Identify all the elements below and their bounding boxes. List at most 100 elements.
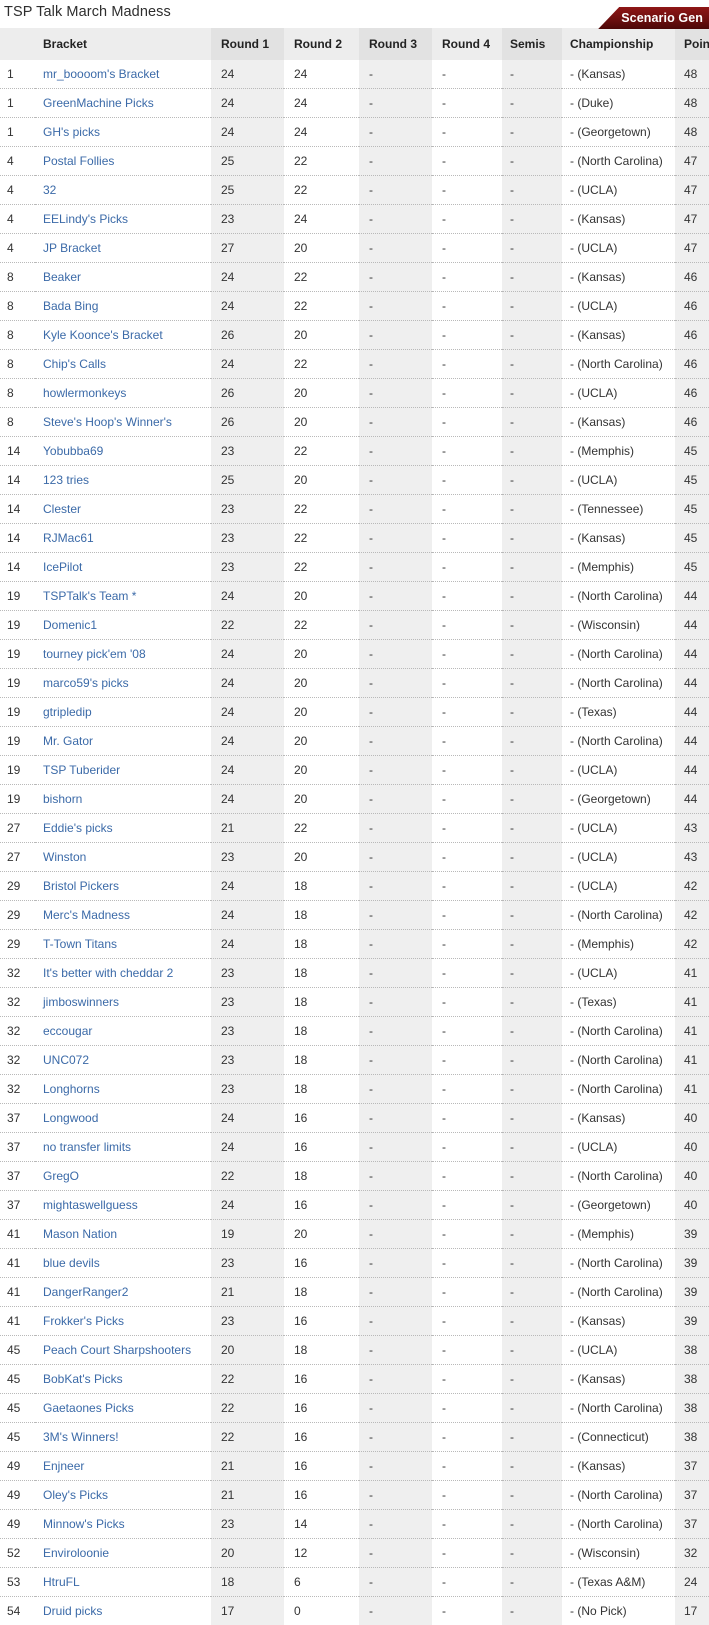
bracket-link[interactable]: 32 bbox=[43, 183, 56, 197]
bracket-link[interactable]: howlermonkeys bbox=[43, 386, 126, 400]
bracket-link[interactable]: GH's picks bbox=[43, 125, 100, 139]
cell-bracket-name[interactable]: blue devils bbox=[35, 1249, 211, 1278]
bracket-link[interactable]: BobKat's Picks bbox=[43, 1372, 123, 1386]
cell-bracket-name[interactable]: HtruFL bbox=[35, 1568, 211, 1597]
cell-bracket-name[interactable]: Bristol Pickers bbox=[35, 872, 211, 901]
bracket-link[interactable]: GreenMachine Picks bbox=[43, 96, 154, 110]
bracket-link[interactable]: Clester bbox=[43, 502, 81, 516]
bracket-link[interactable]: Domenic1 bbox=[43, 618, 97, 632]
cell-bracket-name[interactable]: Gaetaones Picks bbox=[35, 1394, 211, 1423]
bracket-link[interactable]: jimboswinners bbox=[43, 995, 119, 1009]
cell-bracket-name[interactable]: marco59's picks bbox=[35, 669, 211, 698]
cell-bracket-name[interactable]: Longhorns bbox=[35, 1075, 211, 1104]
cell-bracket-name[interactable]: gtripledip bbox=[35, 698, 211, 727]
cell-bracket-name[interactable]: IcePilot bbox=[35, 553, 211, 582]
bracket-link[interactable]: Yobubba69 bbox=[43, 444, 103, 458]
cell-bracket-name[interactable]: Beaker bbox=[35, 263, 211, 292]
bracket-link[interactable]: EELindy's Picks bbox=[43, 212, 128, 226]
column-header-semis[interactable]: Semis bbox=[502, 28, 562, 60]
cell-bracket-name[interactable]: Domenic1 bbox=[35, 611, 211, 640]
cell-bracket-name[interactable]: mightaswellguess bbox=[35, 1191, 211, 1220]
column-header-championship[interactable]: Championship bbox=[562, 28, 675, 60]
column-header-round2[interactable]: Round 2 bbox=[284, 28, 359, 60]
bracket-link[interactable]: Longhorns bbox=[43, 1082, 100, 1096]
bracket-link[interactable]: Eddie's picks bbox=[43, 821, 113, 835]
cell-bracket-name[interactable]: Enviroloonie bbox=[35, 1539, 211, 1568]
cell-bracket-name[interactable]: Eddie's picks bbox=[35, 814, 211, 843]
bracket-link[interactable]: Minnow's Picks bbox=[43, 1517, 125, 1531]
cell-bracket-name[interactable]: no transfer limits bbox=[35, 1133, 211, 1162]
bracket-link[interactable]: RJMac61 bbox=[43, 531, 94, 545]
cell-bracket-name[interactable]: 3M's Winners! bbox=[35, 1423, 211, 1452]
column-header-round4[interactable]: Round 4 bbox=[432, 28, 502, 60]
bracket-link[interactable]: bishorn bbox=[43, 792, 82, 806]
bracket-link[interactable]: Enjneer bbox=[43, 1459, 84, 1473]
bracket-link[interactable]: 3M's Winners! bbox=[43, 1430, 119, 1444]
cell-bracket-name[interactable]: Bada Bing bbox=[35, 292, 211, 321]
cell-bracket-name[interactable]: Winston bbox=[35, 843, 211, 872]
scenario-generator-tab[interactable]: Scenario Gen bbox=[598, 7, 709, 29]
cell-bracket-name[interactable]: eccougar bbox=[35, 1017, 211, 1046]
bracket-link[interactable]: Mason Nation bbox=[43, 1227, 117, 1241]
bracket-link[interactable]: gtripledip bbox=[43, 705, 92, 719]
bracket-link[interactable]: HtruFL bbox=[43, 1575, 80, 1589]
bracket-link[interactable]: Enviroloonie bbox=[43, 1546, 109, 1560]
bracket-link[interactable]: GregO bbox=[43, 1169, 79, 1183]
bracket-link[interactable]: Postal Follies bbox=[43, 154, 114, 168]
cell-bracket-name[interactable]: Peach Court Sharpshooters bbox=[35, 1336, 211, 1365]
cell-bracket-name[interactable]: 32 bbox=[35, 176, 211, 205]
cell-bracket-name[interactable]: Mason Nation bbox=[35, 1220, 211, 1249]
bracket-link[interactable]: Bristol Pickers bbox=[43, 879, 119, 893]
cell-bracket-name[interactable]: JP Bracket bbox=[35, 234, 211, 263]
cell-bracket-name[interactable]: UNC072 bbox=[35, 1046, 211, 1075]
cell-bracket-name[interactable]: EELindy's Picks bbox=[35, 205, 211, 234]
bracket-link[interactable]: Kyle Koonce's Bracket bbox=[43, 328, 163, 342]
cell-bracket-name[interactable]: Kyle Koonce's Bracket bbox=[35, 321, 211, 350]
cell-bracket-name[interactable]: Steve's Hoop's Winner's bbox=[35, 408, 211, 437]
bracket-link[interactable]: tourney pick'em '08 bbox=[43, 647, 146, 661]
cell-bracket-name[interactable]: Druid picks bbox=[35, 1597, 211, 1625]
cell-bracket-name[interactable]: GreenMachine Picks bbox=[35, 89, 211, 118]
bracket-link[interactable]: UNC072 bbox=[43, 1053, 89, 1067]
bracket-link[interactable]: marco59's picks bbox=[43, 676, 129, 690]
bracket-link[interactable]: Gaetaones Picks bbox=[43, 1401, 134, 1415]
bracket-link[interactable]: Peach Court Sharpshooters bbox=[43, 1343, 191, 1357]
bracket-link[interactable]: IcePilot bbox=[43, 560, 82, 574]
bracket-link[interactable]: mr_boooom's Bracket bbox=[43, 67, 159, 81]
bracket-link[interactable]: Merc's Madness bbox=[43, 908, 130, 922]
cell-bracket-name[interactable]: tourney pick'em '08 bbox=[35, 640, 211, 669]
bracket-link[interactable]: no transfer limits bbox=[43, 1140, 131, 1154]
bracket-link[interactable]: TSPTalk's Team * bbox=[43, 589, 136, 603]
cell-bracket-name[interactable]: Enjneer bbox=[35, 1452, 211, 1481]
cell-bracket-name[interactable]: Postal Follies bbox=[35, 147, 211, 176]
column-header-bracket[interactable]: Bracket bbox=[35, 28, 211, 60]
bracket-link[interactable]: blue devils bbox=[43, 1256, 100, 1270]
cell-bracket-name[interactable]: DangerRanger2 bbox=[35, 1278, 211, 1307]
cell-bracket-name[interactable]: mr_boooom's Bracket bbox=[35, 60, 211, 89]
bracket-link[interactable]: Druid picks bbox=[43, 1604, 102, 1618]
bracket-link[interactable]: eccougar bbox=[43, 1024, 92, 1038]
bracket-link[interactable]: Beaker bbox=[43, 270, 81, 284]
bracket-link[interactable]: TSP Tuberider bbox=[43, 763, 120, 777]
column-header-rank[interactable] bbox=[0, 28, 35, 60]
bracket-link[interactable]: It's better with cheddar 2 bbox=[43, 966, 173, 980]
cell-bracket-name[interactable]: Longwood bbox=[35, 1104, 211, 1133]
bracket-link[interactable]: Chip's Calls bbox=[43, 357, 106, 371]
bracket-link[interactable]: Winston bbox=[43, 850, 86, 864]
tab-body[interactable]: Scenario Gen bbox=[619, 7, 709, 29]
cell-bracket-name[interactable]: Oley's Picks bbox=[35, 1481, 211, 1510]
cell-bracket-name[interactable]: RJMac61 bbox=[35, 524, 211, 553]
cell-bracket-name[interactable]: Chip's Calls bbox=[35, 350, 211, 379]
cell-bracket-name[interactable]: TSP Tuberider bbox=[35, 756, 211, 785]
cell-bracket-name[interactable]: Minnow's Picks bbox=[35, 1510, 211, 1539]
cell-bracket-name[interactable]: Mr. Gator bbox=[35, 727, 211, 756]
cell-bracket-name[interactable]: 123 tries bbox=[35, 466, 211, 495]
cell-bracket-name[interactable]: Frokker's Picks bbox=[35, 1307, 211, 1336]
cell-bracket-name[interactable]: BobKat's Picks bbox=[35, 1365, 211, 1394]
bracket-link[interactable]: T-Town Titans bbox=[43, 937, 117, 951]
bracket-link[interactable]: mightaswellguess bbox=[43, 1198, 138, 1212]
column-header-round3[interactable]: Round 3 bbox=[359, 28, 432, 60]
bracket-link[interactable]: Mr. Gator bbox=[43, 734, 93, 748]
cell-bracket-name[interactable]: Clester bbox=[35, 495, 211, 524]
bracket-link[interactable]: Bada Bing bbox=[43, 299, 98, 313]
